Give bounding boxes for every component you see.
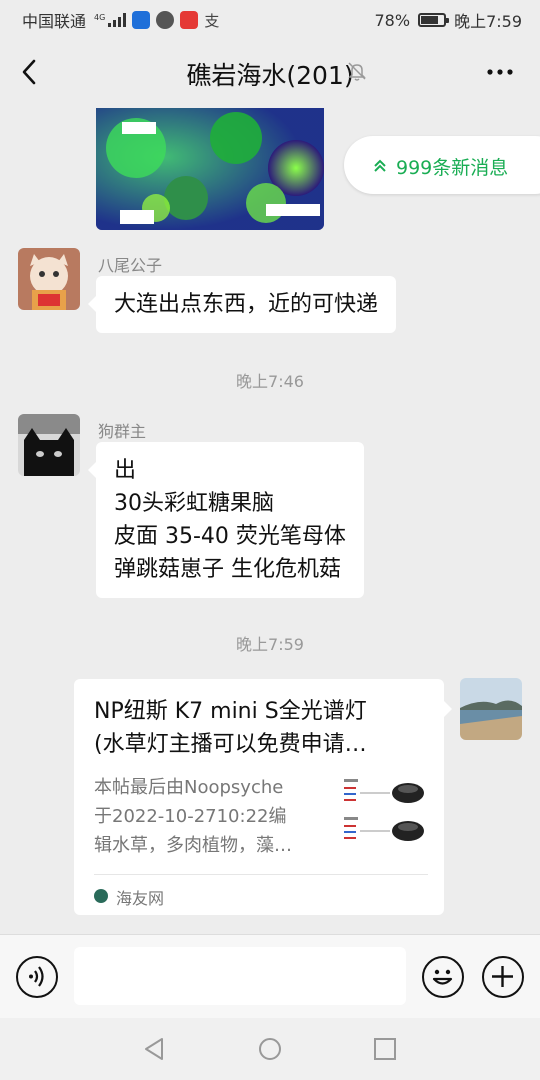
emoji-icon[interactable] (422, 956, 464, 998)
voice-icon[interactable] (16, 956, 58, 998)
time-divider: 晚上7:59 (236, 635, 304, 654)
battery-icon (418, 13, 450, 27)
image-message[interactable] (96, 108, 324, 230)
nav-recents-icon[interactable] (372, 1036, 398, 1062)
link-card[interactable]: NP纽斯 K7 mini S全光谱灯 (水草灯主播可以免费申请… 本帖最后由No… (74, 679, 452, 915)
clock: 晚上7:59 (454, 12, 522, 31)
nav-home-icon[interactable] (257, 1036, 283, 1062)
nav-back-icon[interactable] (142, 1036, 168, 1062)
sender-name: 八尾公子 (98, 256, 163, 275)
message-text: 大连出点东西，近的可快递 (114, 292, 379, 317)
chat-header: 礁岩海水(201) (0, 36, 540, 108)
link-thumbnail (342, 775, 428, 855)
message-input[interactable] (74, 947, 406, 1005)
message-text: 30头彩虹糖果脑 (114, 491, 274, 516)
sender-name: 狗群主 (98, 422, 147, 441)
app-notification-icon (180, 11, 199, 29)
new-messages-pill[interactable]: 999条新消息 (344, 136, 540, 194)
battery-percent: 78% (374, 10, 411, 30)
avatar[interactable] (18, 414, 80, 476)
system-nav-bar (0, 1018, 540, 1080)
carrier-name: 中国联通 (22, 12, 87, 31)
link-source: 海友网 (116, 889, 165, 908)
link-card-title: NP纽斯 K7 mini S全光谱灯 (水草灯主播可以免费申请… (94, 699, 367, 757)
status-bar: 中国联通 4G 支 78% 晚上7:59 (0, 0, 540, 36)
time-divider: 晚上7:46 (236, 372, 304, 391)
message-text: 弹跳菇崽子 生化危机菇 (114, 557, 341, 582)
plus-icon[interactable] (482, 956, 524, 998)
message-bubble[interactable]: 出 30头彩虹糖果脑 皮面 35-40 荧光笔母体 弹跳菇崽子 生化危机菇 (88, 442, 364, 598)
message-bubble[interactable]: 大连出点东西，近的可快递 (87, 276, 397, 333)
message-text: 皮面 35-40 荧光笔母体 (114, 524, 346, 549)
app-notification-icon: 支 (204, 11, 220, 30)
input-bar (0, 934, 540, 1018)
divider (94, 874, 428, 875)
new-messages-label: 999条新消息 (396, 157, 509, 179)
chat-title: 礁岩海水(201) (186, 61, 354, 90)
avatar[interactable] (18, 248, 80, 310)
bell-muted-icon (346, 60, 368, 82)
link-card-description: 本帖最后由Noopsyche 于2022-10-2710:22编 辑水草，多肉植… (94, 777, 292, 856)
source-logo-icon (94, 889, 108, 903)
signal-icon: 4G (94, 13, 127, 27)
message-text: 出 (114, 458, 137, 483)
app-notification-icon (132, 11, 151, 29)
app-notification-icon (156, 11, 175, 29)
avatar[interactable] (460, 678, 522, 740)
double-chevron-up-icon (374, 158, 386, 172)
more-dots-icon[interactable] (480, 54, 520, 90)
